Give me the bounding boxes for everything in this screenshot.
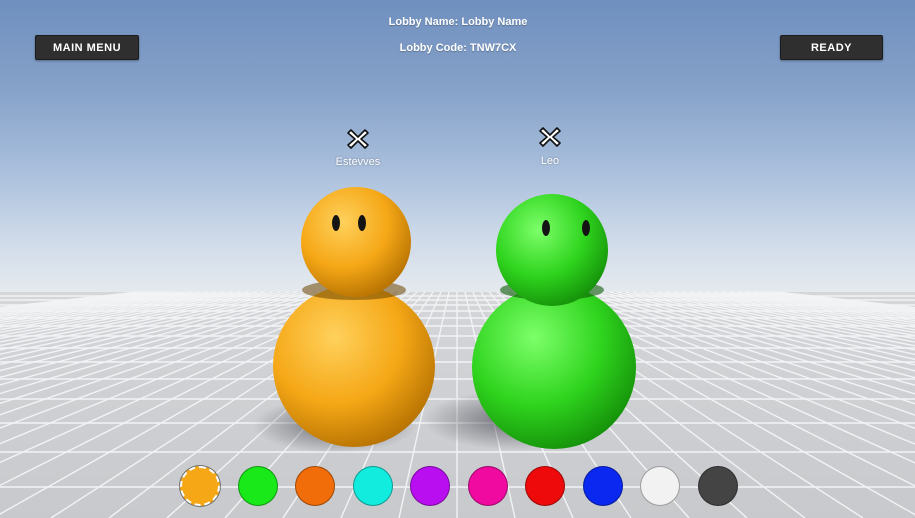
- color-swatch-5[interactable]: [410, 466, 450, 506]
- color-swatch-4[interactable]: [352, 466, 393, 506]
- color-swatch-6[interactable]: [467, 466, 508, 506]
- game-scene: Lobby Name: Lobby Name Lobby Code: TNW7C…: [0, 0, 915, 518]
- color-swatch-9[interactable]: [640, 466, 680, 506]
- color-swatch-2[interactable]: [237, 466, 278, 506]
- player-2-character: [472, 194, 636, 449]
- color-swatch-1[interactable]: [180, 466, 220, 506]
- color-swatch-3[interactable]: [295, 466, 335, 506]
- color-swatch-10[interactable]: [697, 466, 738, 506]
- color-swatch-7[interactable]: [525, 466, 565, 506]
- characters: [273, 187, 636, 449]
- color-swatch-8[interactable]: [582, 466, 623, 506]
- player-1-character: [273, 187, 435, 447]
